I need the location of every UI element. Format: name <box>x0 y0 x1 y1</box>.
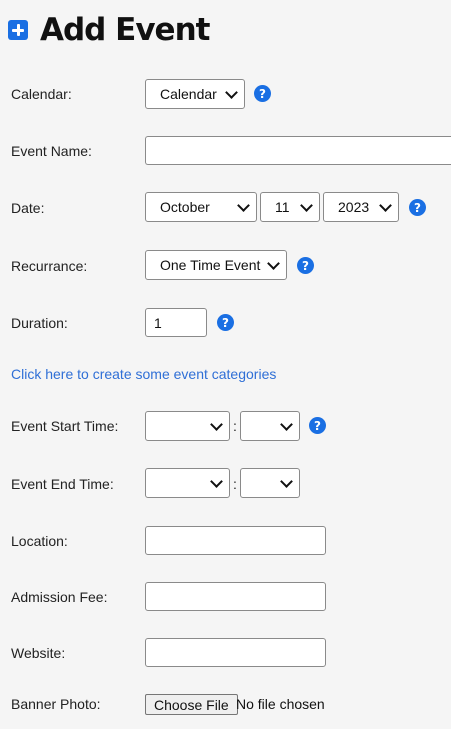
date-year-select[interactable]: 2023 <box>323 192 399 222</box>
recurrance-select[interactable]: One Time Event <box>145 250 287 280</box>
page-header: Add Event <box>8 10 210 50</box>
date-day-select[interactable]: 11 <box>260 192 320 222</box>
start-hour-select[interactable] <box>145 411 230 441</box>
start-minute-select[interactable] <box>240 411 300 441</box>
calendar-label: Calendar: <box>11 86 72 102</box>
end-time-label: Event End Time: <box>11 476 114 492</box>
website-input[interactable] <box>145 638 326 667</box>
duration-input[interactable]: 1 <box>145 308 207 337</box>
create-categories-link[interactable]: Click here to create some event categori… <box>11 366 276 382</box>
recurrance-help-icon[interactable]: ? <box>297 257 314 274</box>
chevron-down-icon <box>280 417 293 431</box>
date-label: Date: <box>11 200 45 216</box>
calendar-select[interactable]: Calendar <box>145 79 245 109</box>
end-minute-select[interactable] <box>240 468 300 498</box>
start-time-separator: : <box>233 418 237 434</box>
calendar-select-value: Calendar <box>160 86 217 102</box>
chevron-down-icon <box>210 474 223 488</box>
chevron-down-icon <box>267 256 280 270</box>
chevron-down-icon <box>237 198 250 212</box>
chevron-down-icon <box>225 85 238 99</box>
location-label: Location: <box>11 533 68 549</box>
event-name-label: Event Name: <box>11 143 92 159</box>
recurrance-label: Recurrance: <box>11 258 88 274</box>
end-time-separator: : <box>233 476 237 492</box>
date-month-select[interactable]: October <box>145 192 257 222</box>
duration-help-icon[interactable]: ? <box>217 314 234 331</box>
page-title: Add Event <box>40 12 210 48</box>
chevron-down-icon <box>280 474 293 488</box>
date-year-value: 2023 <box>338 199 370 215</box>
recurrance-select-value: One Time Event <box>160 257 261 273</box>
admission-fee-input[interactable] <box>145 582 326 611</box>
duration-label: Duration: <box>11 315 68 331</box>
date-month-value: October <box>160 199 210 215</box>
admission-fee-label: Admission Fee: <box>11 589 108 605</box>
start-time-help-icon[interactable]: ? <box>309 417 326 434</box>
plus-icon <box>8 20 28 40</box>
website-label: Website: <box>11 645 66 661</box>
end-hour-select[interactable] <box>145 468 230 498</box>
chevron-down-icon <box>210 417 223 431</box>
start-time-label: Event Start Time: <box>11 418 119 434</box>
date-day-value: 11 <box>275 199 290 215</box>
calendar-help-icon[interactable]: ? <box>254 85 271 102</box>
banner-photo-label: Banner Photo: <box>11 696 101 712</box>
file-status-text: No file chosen <box>236 696 325 712</box>
date-help-icon[interactable]: ? <box>409 199 426 216</box>
location-input[interactable] <box>145 526 326 555</box>
choose-file-button[interactable]: Choose File <box>145 694 238 715</box>
event-name-input[interactable] <box>145 136 451 165</box>
chevron-down-icon <box>300 198 313 212</box>
chevron-down-icon <box>379 198 392 212</box>
